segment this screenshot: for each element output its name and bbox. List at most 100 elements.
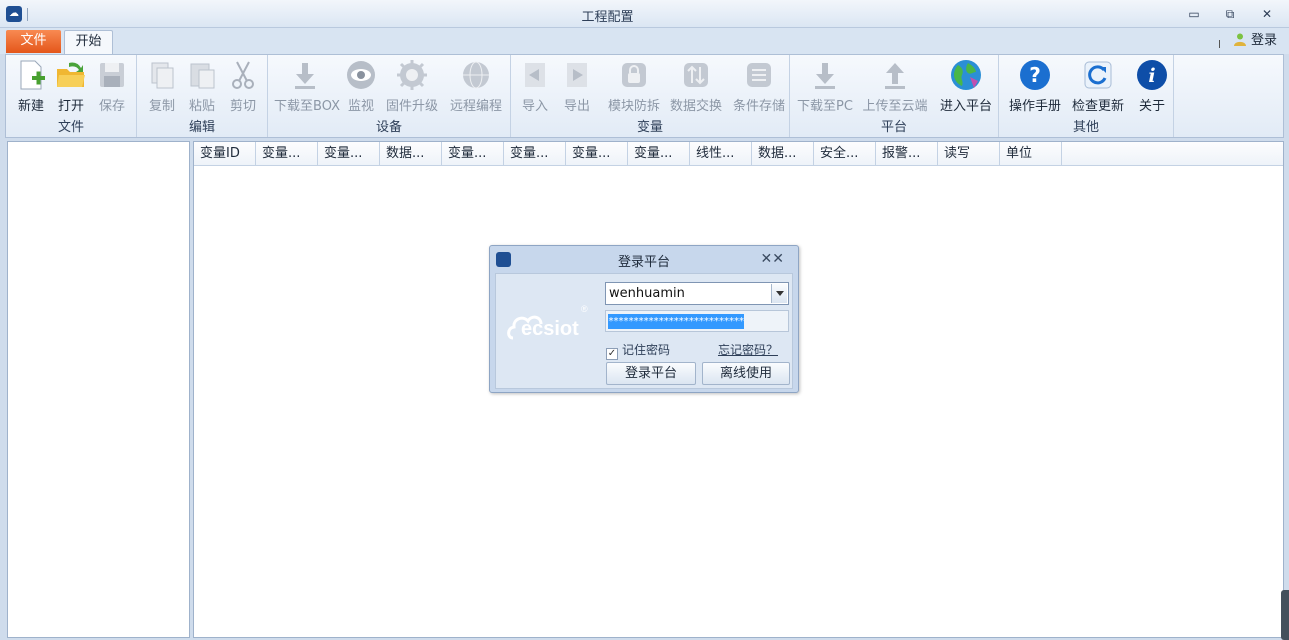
export-button[interactable]: 导出 <box>557 57 597 114</box>
scrollbar-handle[interactable] <box>1281 590 1289 640</box>
username-value: wenhuamin <box>609 286 685 301</box>
download-pc-icon <box>815 63 835 89</box>
checkbox-check-icon[interactable]: ✓ <box>606 348 618 360</box>
ribbon-tab-row: 文件 开始 登录 <box>0 28 1289 55</box>
login-dialog: 登录平台 ✕✕ ecsiot ® wenhuamin *************… <box>489 245 799 393</box>
lock-icon <box>622 63 646 87</box>
earth-icon <box>951 60 981 90</box>
copy-icon <box>151 62 174 89</box>
paste-button[interactable]: 粘贴 <box>182 57 222 114</box>
check-update-button[interactable]: 检查更新 <box>1069 57 1127 114</box>
offline-use-button[interactable]: 离线使用 <box>702 362 790 385</box>
chevron-down-icon <box>776 291 784 296</box>
forgot-password-link[interactable]: 忘记密码？ <box>718 341 778 358</box>
dialog-title-bar[interactable]: 登录平台 ✕✕ <box>490 246 798 272</box>
new-file-icon <box>20 60 45 90</box>
open-folder-icon <box>57 62 85 87</box>
column-header[interactable]: 安全... <box>814 142 876 166</box>
eye-icon <box>347 61 375 89</box>
group-other-label: 其他 <box>1072 120 1099 135</box>
minimize-icon[interactable]: ▭ <box>1184 6 1204 22</box>
top-login-button[interactable]: 登录 <box>1218 32 1277 50</box>
password-selected-text: **************************** <box>608 314 744 329</box>
project-tree-panel[interactable] <box>7 141 190 638</box>
list-storage-icon <box>747 63 771 87</box>
group-device-label: 设备 <box>375 120 402 135</box>
dialog-body: ecsiot ® wenhuamin *********************… <box>495 273 793 389</box>
scissors-icon <box>232 61 254 89</box>
column-header[interactable]: 变量... <box>442 142 504 166</box>
column-header[interactable]: 数据... <box>752 142 814 166</box>
save-disk-icon <box>100 63 124 87</box>
enter-platform-button[interactable]: 进入平台 <box>937 57 995 114</box>
column-header[interactable]: 单位 <box>1000 142 1062 166</box>
top-login-label: 登录 <box>1250 33 1277 48</box>
group-device: 下载至BOX 监视 固件升级 远程编程 设备 <box>268 55 511 137</box>
firmware-upgrade-button[interactable]: 固件升级 <box>384 57 440 114</box>
grid-header: 变量ID 变量... 变量... 数据... 变量... 变量... 变量...… <box>194 142 1283 166</box>
exchange-arrows-icon <box>684 63 708 87</box>
restore-icon[interactable]: ⧉ <box>1220 6 1240 22</box>
close-icon[interactable]: ✕ <box>1257 6 1277 22</box>
title-bar: ☁ 工程配置 ▭ ⧉ ✕ <box>0 0 1289 28</box>
group-platform-label: 平台 <box>880 120 907 135</box>
window-title: 工程配置 <box>581 10 634 25</box>
about-button[interactable]: i 关于 <box>1132 57 1172 114</box>
group-file-label: 文件 <box>57 120 84 135</box>
user-manual-button[interactable]: ? 操作手册 <box>1006 57 1064 114</box>
open-button[interactable]: 打开 <box>51 57 91 114</box>
tab-start[interactable]: 开始 <box>64 30 113 55</box>
copy-button[interactable]: 复制 <box>142 57 182 114</box>
data-exchange-button[interactable]: 数据交换 <box>667 57 725 114</box>
import-button[interactable]: 导入 <box>515 57 555 114</box>
column-header[interactable]: 变量ID <box>194 142 256 166</box>
paste-icon <box>190 63 215 89</box>
column-header[interactable]: 变量... <box>256 142 318 166</box>
download-to-box-button[interactable]: 下载至BOX <box>274 57 340 114</box>
import-icon <box>525 63 545 87</box>
column-header[interactable]: 变量... <box>318 142 380 166</box>
group-other: ? 操作手册 检查更新 i 关于 其他 <box>999 55 1174 137</box>
tab-file[interactable]: 文件 <box>6 30 61 53</box>
column-header[interactable]: 报警... <box>876 142 938 166</box>
column-header[interactable]: 变量... <box>566 142 628 166</box>
user-icon <box>1233 33 1246 46</box>
module-anti-tamper-button[interactable]: 模块防拆 <box>605 57 663 114</box>
password-field[interactable]: **************************** <box>605 310 789 332</box>
login-platform-button[interactable]: 登录平台 <box>606 362 696 385</box>
logo-text: ecsiot <box>521 318 579 340</box>
group-edit: 复制 粘贴 剪切 编辑 <box>137 55 268 137</box>
monitor-button[interactable]: 监视 <box>341 57 381 114</box>
download-to-pc-button[interactable]: 下载至PC <box>796 57 854 114</box>
svg-text:?: ? <box>1029 63 1041 87</box>
dialog-close-icon[interactable]: ✕✕ <box>761 251 784 267</box>
separator-tick <box>1218 40 1220 48</box>
column-header[interactable]: 读写 <box>938 142 1000 166</box>
username-dropdown-button[interactable] <box>771 284 787 303</box>
column-header[interactable]: 线性... <box>690 142 752 166</box>
upload-to-cloud-button[interactable]: 上传至云端 <box>862 57 928 114</box>
upload-arrow-icon <box>885 63 905 89</box>
help-icon: ? <box>1020 60 1050 90</box>
column-header[interactable]: 变量... <box>504 142 566 166</box>
gear-icon <box>397 60 427 90</box>
new-button[interactable]: 新建 <box>11 57 51 114</box>
ribbon: 新建 打开 保存 文件 复制 粘贴 剪切 编辑 下载至BOX 监视 固件升级 远… <box>5 54 1284 138</box>
remote-programming-button[interactable]: 远程编程 <box>446 57 506 114</box>
group-platform: 下载至PC 上传至云端 进入平台 平台 <box>790 55 999 137</box>
refresh-icon <box>1084 61 1112 89</box>
username-combobox[interactable]: wenhuamin <box>605 282 789 305</box>
group-variable: 导入 导出 模块防拆 数据交换 条件存储 变量 <box>511 55 790 137</box>
conditional-storage-button[interactable]: 条件存储 <box>730 57 788 114</box>
svg-text:i: i <box>1148 65 1155 87</box>
export-icon <box>567 63 587 87</box>
column-header[interactable]: 变量... <box>628 142 690 166</box>
column-header[interactable]: 数据... <box>380 142 442 166</box>
logo-registered-mark: ® <box>581 304 588 314</box>
group-variable-label: 变量 <box>636 120 663 135</box>
remember-password-label: 记住密码 <box>622 343 671 357</box>
remember-password-checkbox[interactable]: ✓ 记住密码 <box>606 341 670 360</box>
cut-button[interactable]: 剪切 <box>223 57 263 114</box>
globe-icon <box>463 61 489 89</box>
save-button[interactable]: 保存 <box>92 57 132 114</box>
